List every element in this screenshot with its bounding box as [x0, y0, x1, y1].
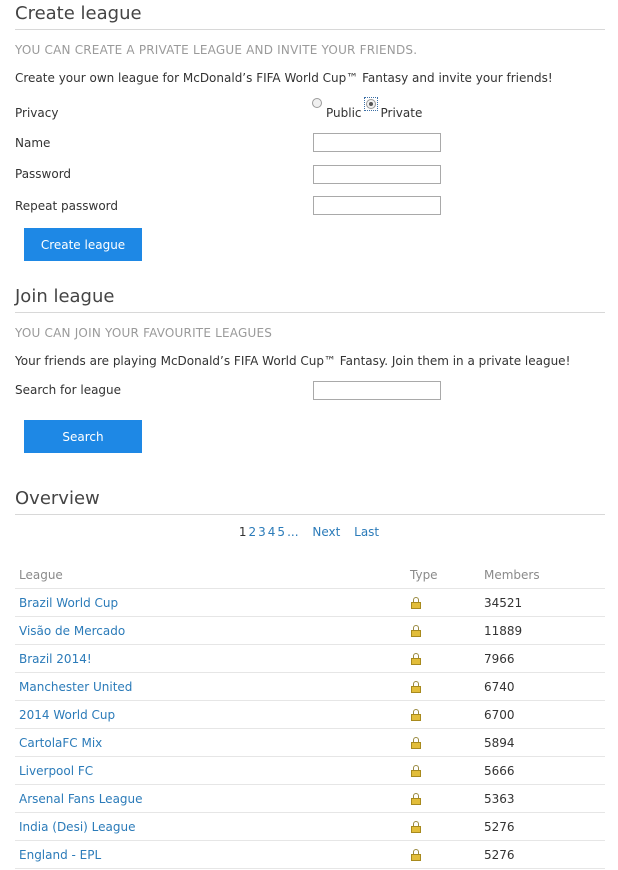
privacy-label: Privacy — [15, 106, 59, 120]
league-members-cell: 6740 — [480, 672, 605, 701]
page-link-4[interactable]: 4 — [268, 525, 276, 539]
league-type-cell — [406, 728, 480, 757]
public-radio[interactable] — [312, 98, 322, 108]
public-label: Public — [326, 106, 362, 120]
lock-icon — [410, 653, 422, 665]
table-row: CartolaFC Mix 5894 — [15, 728, 605, 757]
name-input[interactable] — [313, 133, 441, 152]
league-name-link[interactable]: CartolaFC Mix — [15, 728, 406, 757]
search-league-label: Search for league — [15, 383, 122, 397]
private-label: Private — [380, 106, 423, 120]
league-name-link[interactable]: Visão de Mercado — [15, 616, 406, 645]
league-members-cell: 5666 — [480, 756, 605, 785]
league-name-link[interactable]: Arsenal Fans League — [15, 784, 406, 813]
create-league-heading: Create league — [15, 3, 605, 30]
league-type-cell — [406, 840, 480, 869]
private-radio-focus — [363, 97, 378, 111]
table-row: 2014 World Cup 6700 — [15, 700, 605, 729]
league-name-link[interactable]: Manchester United — [15, 672, 406, 701]
league-type-cell — [406, 756, 480, 785]
create-league-button[interactable]: Create league — [24, 228, 142, 261]
create-league-description: Create your own league for McDonald’s FI… — [15, 71, 553, 85]
league-members-cell: 34521 — [480, 588, 605, 617]
password-label: Password — [15, 167, 72, 181]
column-header-members[interactable]: Members — [480, 561, 605, 589]
league-name-link[interactable]: 2014 World Cup — [15, 700, 406, 729]
column-header-type[interactable]: Type — [406, 561, 480, 589]
lock-icon — [410, 737, 422, 749]
lock-icon — [410, 681, 422, 693]
league-type-cell — [406, 812, 480, 841]
privacy-radio-group: Public Private — [312, 97, 422, 120]
lock-icon — [410, 821, 422, 833]
leagues-table-body: Brazil World Cup 34521 Visão de Mercado 118… — [15, 588, 605, 869]
page-link-3[interactable]: 3 — [258, 525, 266, 539]
table-row: India (Desi) League 5276 — [15, 812, 605, 841]
league-type-cell — [406, 616, 480, 645]
league-name-link[interactable]: England - EPL — [15, 840, 406, 869]
table-row: Liverpool FC 5666 — [15, 756, 605, 785]
password-input[interactable] — [313, 165, 441, 184]
overview-heading: Overview — [15, 488, 605, 515]
table-row: Brazil World Cup 34521 — [15, 588, 605, 617]
page: Create league YOU CAN CREATE A PRIVATE L… — [0, 0, 618, 870]
private-radio[interactable] — [365, 99, 376, 109]
table-row: Manchester United 6740 — [15, 672, 605, 701]
league-members-cell: 7966 — [480, 644, 605, 673]
table-row: Brazil 2014! 7966 — [15, 644, 605, 673]
table-header-row: League Type Members — [15, 561, 605, 589]
lock-icon — [410, 765, 422, 777]
page-link-5[interactable]: 5 — [277, 525, 285, 539]
page-next-link[interactable]: Next — [312, 525, 340, 539]
search-league-input[interactable] — [313, 381, 441, 400]
page-last-link[interactable]: Last — [354, 525, 379, 539]
league-type-cell — [406, 672, 480, 701]
league-members-cell: 5363 — [480, 784, 605, 813]
create-league-subtitle: YOU CAN CREATE A PRIVATE LEAGUE AND INVI… — [15, 43, 418, 57]
league-members-cell: 5894 — [480, 728, 605, 757]
league-type-cell — [406, 588, 480, 617]
page-link-2[interactable]: 2 — [249, 525, 257, 539]
page-ellipsis: ... — [287, 525, 299, 539]
pagination: 1 2 3 4 5... Next Last — [0, 525, 618, 539]
league-name-link[interactable]: India (Desi) League — [15, 812, 406, 841]
name-label: Name — [15, 136, 51, 150]
join-league-heading: Join league — [15, 286, 605, 313]
repeat-password-label: Repeat password — [15, 199, 119, 213]
league-name-link[interactable]: Liverpool FC — [15, 756, 406, 785]
league-name-link[interactable]: Brazil World Cup — [15, 588, 406, 617]
column-header-league[interactable]: League — [15, 561, 406, 589]
page-current: 1 — [238, 525, 247, 539]
league-members-cell: 11889 — [480, 616, 605, 645]
lock-icon — [410, 597, 422, 609]
table-row: England - EPL 5276 — [15, 840, 605, 869]
search-button[interactable]: Search — [24, 420, 142, 453]
lock-icon — [410, 793, 422, 805]
league-members-cell: 5276 — [480, 812, 605, 841]
league-type-cell — [406, 700, 480, 729]
lock-icon — [410, 625, 422, 637]
table-row: Visão de Mercado 11889 — [15, 616, 605, 645]
repeat-password-input[interactable] — [313, 196, 441, 215]
join-league-description: Your friends are playing McDonald’s FIFA… — [15, 354, 571, 368]
leagues-table: League Type Members Brazil World Cup 3452… — [15, 561, 605, 869]
league-members-cell: 6700 — [480, 700, 605, 729]
league-members-cell: 5276 — [480, 840, 605, 869]
table-row: Arsenal Fans League 5363 — [15, 784, 605, 813]
league-name-link[interactable]: Brazil 2014! — [15, 644, 406, 673]
lock-icon — [410, 709, 422, 721]
join-league-subtitle: YOU CAN JOIN YOUR FAVOURITE LEAGUES — [15, 326, 273, 340]
lock-icon — [410, 849, 422, 861]
league-type-cell — [406, 784, 480, 813]
league-type-cell — [406, 644, 480, 673]
